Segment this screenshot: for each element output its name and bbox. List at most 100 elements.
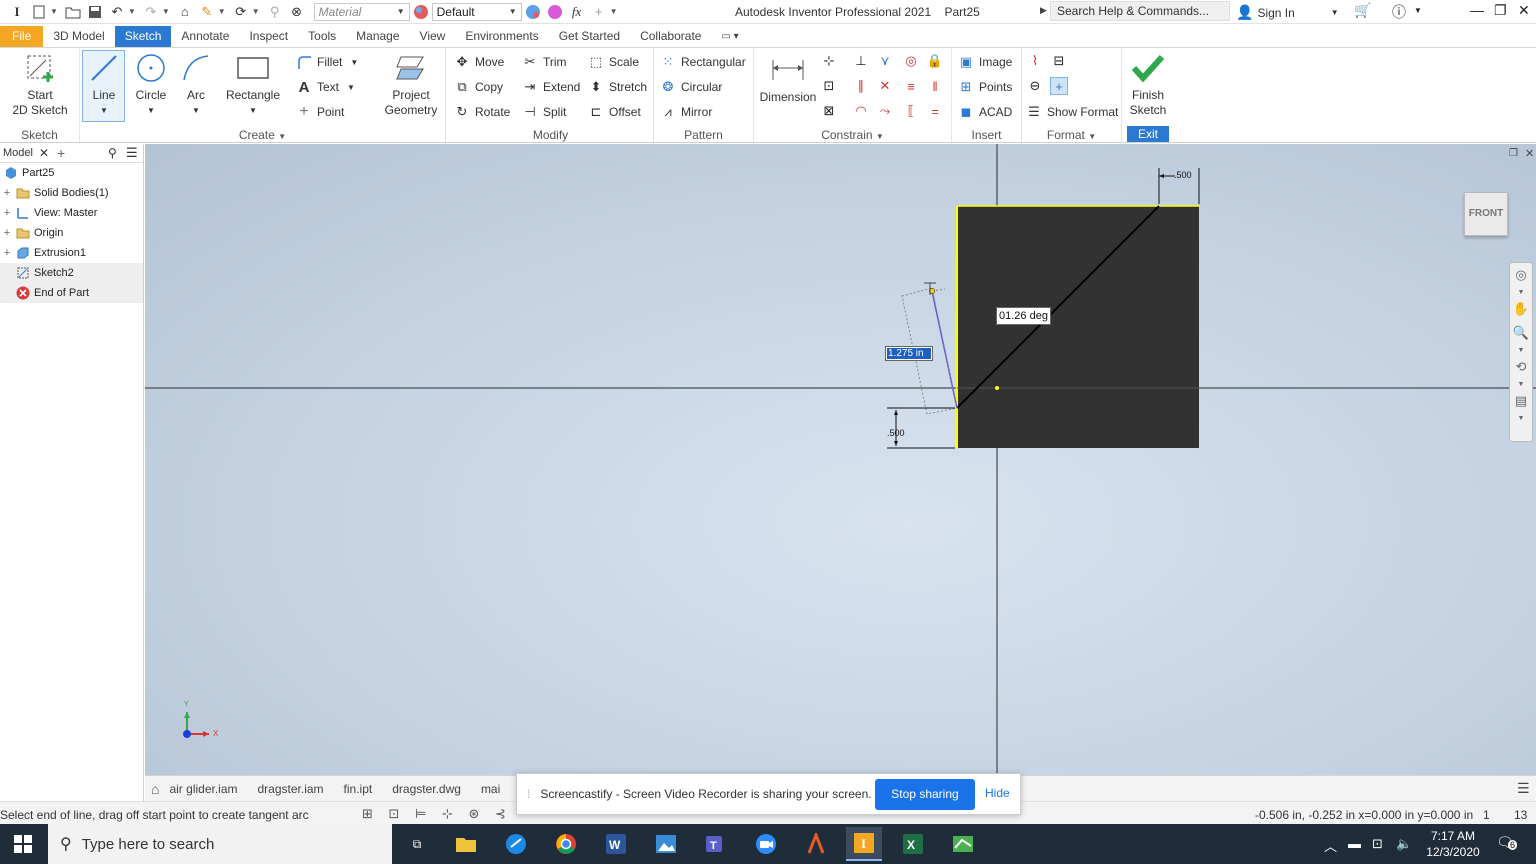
help-dropdown-icon[interactable]: ▼: [1414, 6, 1422, 15]
chrome-icon[interactable]: [551, 830, 581, 858]
constraint-tangent-icon[interactable]: ⋎: [876, 52, 894, 70]
search-icon[interactable]: ⚲: [108, 146, 117, 160]
length-input[interactable]: 1.275 in: [885, 346, 933, 361]
measure-icon[interactable]: ⚲: [266, 3, 284, 21]
expand-icon[interactable]: +: [2, 247, 12, 259]
view-face-icon[interactable]: ▤: [1510, 389, 1532, 413]
tree-item-extrusion1[interactable]: + Extrusion1: [0, 243, 143, 263]
file-explorer-icon[interactable]: [451, 830, 481, 858]
tab-sketch[interactable]: Sketch: [114, 26, 172, 47]
hide-button[interactable]: Hide: [985, 786, 1010, 800]
constraint-equal-icon[interactable]: =: [926, 102, 944, 120]
notifications-icon[interactable]: 🗨 6: [1496, 834, 1518, 854]
help-icon[interactable]: ⓘ: [1392, 2, 1406, 22]
tab-environments[interactable]: Environments: [455, 26, 548, 47]
constraint-tangent-arc-icon[interactable]: ◠: [852, 102, 870, 120]
cad-app-icon[interactable]: [801, 830, 831, 858]
update-dropdown-icon[interactable]: ▼: [252, 7, 260, 16]
chevron-down-icon[interactable]: ▼: [1510, 287, 1532, 297]
finish-sketch-button[interactable]: Finish Sketch: [1126, 52, 1170, 118]
viewcube[interactable]: FRONT: [1464, 192, 1508, 236]
excel-icon[interactable]: X: [898, 830, 928, 858]
network-icon[interactable]: ⊡: [1372, 836, 1383, 852]
trim-button[interactable]: ✂ Trim: [522, 52, 567, 72]
scale-button[interactable]: ⬚ Scale: [588, 52, 639, 72]
stretch-button[interactable]: ⬍ Stretch: [588, 77, 647, 97]
constraint-collinear-icon[interactable]: ⊡: [820, 77, 838, 95]
tab-get-started[interactable]: Get Started: [549, 26, 630, 47]
expand-icon[interactable]: +: [2, 227, 12, 239]
tab-collaborate[interactable]: Collaborate: [630, 26, 711, 47]
photos-icon[interactable]: [651, 830, 681, 858]
search-help-input[interactable]: Search Help & Commands...: [1050, 1, 1230, 21]
menu-icon[interactable]: ☰: [1517, 780, 1530, 797]
chevron-down-icon[interactable]: ▼: [1510, 345, 1532, 355]
appearance-dropdown[interactable]: Default ▼: [431, 2, 522, 21]
constraint-symmetric-icon[interactable]: ⊠: [820, 102, 838, 120]
doc-tab-dragster-dwg[interactable]: dragster.dwg: [382, 782, 471, 796]
fx-parameters-icon[interactable]: fx: [568, 3, 586, 21]
rotate-button[interactable]: ↻ Rotate: [454, 102, 511, 122]
text-button[interactable]: A Text ▼: [296, 77, 355, 97]
constraint-symmetry-icon[interactable]: ⟦: [902, 102, 920, 120]
plus-icon[interactable]: +: [590, 3, 608, 21]
group-label-create[interactable]: Create ▼: [80, 128, 445, 142]
doc-tab-air-glider[interactable]: air glider.iam: [159, 782, 247, 796]
group-label-format[interactable]: Format ▼: [1022, 128, 1121, 142]
angle-input[interactable]: 01.26 deg: [996, 307, 1051, 325]
point-button[interactable]: + Point: [296, 102, 344, 122]
minimize-icon[interactable]: —: [1470, 2, 1484, 18]
orbit-icon[interactable]: ⟲: [1510, 355, 1532, 379]
close-tab-icon[interactable]: ✕: [39, 146, 49, 160]
redo-icon[interactable]: ↷: [142, 3, 160, 21]
inventor-logo-icon[interactable]: I: [8, 3, 26, 21]
battery-icon[interactable]: ▬: [1348, 836, 1361, 851]
tree-item-sketch2[interactable]: Sketch2: [0, 263, 143, 283]
drag-handle-icon[interactable]: ⁞: [527, 787, 530, 801]
tab-tools[interactable]: Tools: [298, 26, 346, 47]
split-button[interactable]: ⊣ Split: [522, 102, 566, 122]
extend-button[interactable]: ⇥ Extend: [522, 77, 581, 97]
select-dropdown-icon[interactable]: ▼: [218, 7, 226, 16]
tab-3d-model[interactable]: 3D Model: [43, 26, 114, 47]
expand-arrow-icon[interactable]: ▶: [1040, 5, 1047, 16]
ribbon-display-toggle[interactable]: ▭ ▾: [711, 26, 748, 47]
mirror-button[interactable]: ⩘ Mirror: [660, 102, 712, 122]
system-clock[interactable]: 7:17 AM 12/3/2020: [1418, 828, 1488, 860]
expand-icon[interactable]: +: [2, 207, 12, 219]
pan-icon[interactable]: ✋: [1510, 297, 1532, 321]
sign-in-button[interactable]: 👤 Sign In ▼: [1236, 4, 1339, 21]
image-button[interactable]: ▣ Image: [958, 52, 1013, 72]
constraint-perpendicular-icon[interactable]: ⊥: [852, 52, 870, 70]
tab-annotate[interactable]: Annotate: [171, 26, 239, 47]
add-tab-icon[interactable]: +: [57, 145, 65, 161]
centerline-icon[interactable]: ⊖: [1026, 77, 1044, 95]
dim-left-value[interactable]: .500: [887, 428, 905, 438]
dimension-button[interactable]: Dimension: [756, 54, 820, 105]
copy-button[interactable]: ⧉ Copy: [454, 77, 503, 97]
tree-item-solid-bodies[interactable]: + Solid Bodies(1): [0, 183, 143, 203]
zoom-icon[interactable]: 🔍: [1510, 321, 1532, 345]
undo-icon[interactable]: ↶: [108, 3, 126, 21]
tab-inspect[interactable]: Inspect: [239, 26, 298, 47]
update-icon[interactable]: ⟳: [232, 3, 250, 21]
close-icon[interactable]: ✕: [1518, 2, 1530, 19]
construction-icon[interactable]: ⌇: [1026, 52, 1044, 70]
constraint-parallel-icon[interactable]: ∥: [852, 77, 870, 95]
fillet-button[interactable]: Fillet ▼: [296, 52, 358, 72]
constraint-coincident-icon[interactable]: ⊹: [820, 52, 838, 70]
volume-icon[interactable]: 🔈: [1396, 836, 1412, 852]
teams-icon[interactable]: T: [701, 830, 731, 858]
tree-item-origin[interactable]: + Origin: [0, 223, 143, 243]
windows-start-icon[interactable]: [8, 830, 38, 858]
constraint-equal-arc-icon[interactable]: ⤳: [876, 102, 894, 120]
clear-appearance-icon[interactable]: [546, 3, 564, 21]
adjust-appearance-icon[interactable]: [524, 3, 542, 21]
tab-file[interactable]: File: [0, 26, 44, 47]
viewport-close-icon[interactable]: ✕: [1525, 147, 1534, 160]
undo-dropdown-icon[interactable]: ▼: [128, 7, 136, 16]
home-icon[interactable]: ⌂: [176, 3, 194, 21]
browser-app-icon[interactable]: [501, 830, 531, 858]
steering-wheel-icon[interactable]: ◎: [1510, 263, 1532, 287]
green-app-icon[interactable]: [948, 830, 978, 858]
